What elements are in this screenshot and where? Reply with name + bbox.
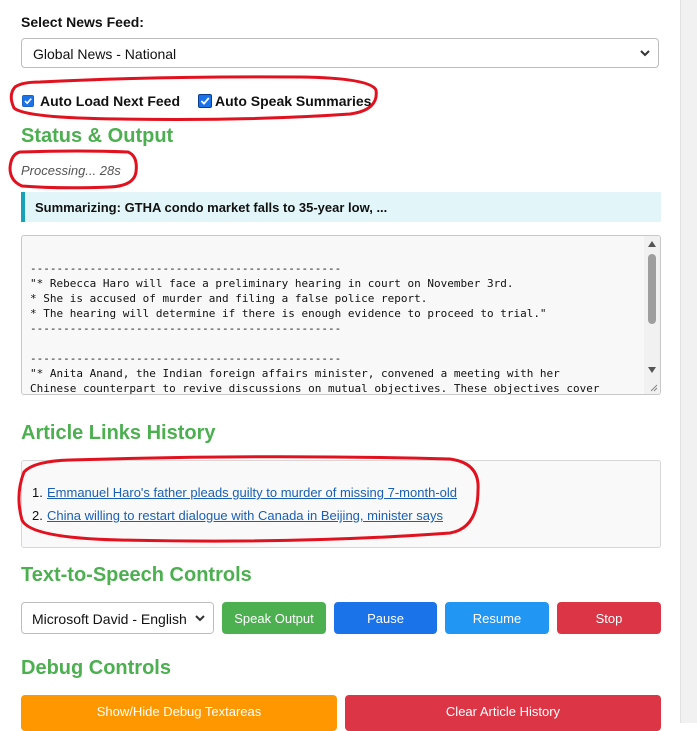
list-item-number: 1. (32, 485, 43, 500)
checkbox-checked-icon (200, 97, 210, 105)
tts-title: Text-to-Speech Controls (21, 564, 252, 586)
history-box: 1. Emmanuel Haro's father pleads guilty … (21, 460, 661, 548)
output-line: ----------------------------------------… (30, 322, 342, 335)
chevron-down-icon (640, 50, 650, 57)
output-line: * The hearing will determine if there is… (30, 307, 547, 320)
output-line: * She is accused of murder and filing a … (30, 292, 428, 305)
list-item: 2. China willing to restart dialogue wit… (32, 508, 457, 531)
resize-grip-icon[interactable] (648, 382, 658, 392)
chevron-down-icon (195, 615, 205, 622)
auto-speak-label[interactable]: Auto Speak Summaries (215, 93, 371, 109)
voice-select[interactable]: Microsoft David - English (United States… (21, 602, 214, 634)
clear-history-button[interactable]: Clear Article History (345, 695, 661, 731)
voice-select-value: Microsoft David - English (United States… (32, 611, 213, 627)
feed-select-label: Select News Feed: (21, 14, 144, 30)
toggle-debug-button[interactable]: Show/Hide Debug Textareas (21, 695, 337, 731)
history-link-2[interactable]: China willing to restart dialogue with C… (47, 508, 443, 531)
status-title: Status & Output (21, 125, 174, 147)
voice-select-arrow-area (191, 603, 213, 633)
speak-output-button[interactable]: Speak Output (222, 602, 326, 634)
history-title: Article Links History (21, 422, 216, 444)
checkbox-checked-icon (24, 98, 32, 105)
processing-status: Processing... 28s (21, 163, 121, 178)
summarizing-banner: Summarizing: GTHA condo market falls to … (21, 192, 661, 222)
output-scroll-thumb[interactable] (648, 254, 656, 324)
stop-button[interactable]: Stop (557, 602, 661, 634)
options-row: Auto Load Next Feed Auto Speak Summaries (22, 93, 371, 109)
output-textarea[interactable]: ----------------------------------------… (21, 235, 661, 395)
output-line: Chinese counterpart to revive discussion… (30, 382, 600, 395)
output-line: "* Anita Anand, the Indian foreign affai… (30, 367, 560, 380)
output-scrollbar[interactable] (644, 236, 660, 394)
feed-select-value: Global News - National (33, 46, 177, 62)
list-item: 1. Emmanuel Haro's father pleads guilty … (32, 485, 457, 508)
auto-speak-checkbox[interactable] (198, 94, 213, 108)
list-item-number: 2. (32, 508, 43, 523)
auto-load-label[interactable]: Auto Load Next Feed (40, 93, 180, 109)
scroll-up-arrow-icon[interactable] (648, 241, 656, 247)
scroll-down-arrow-icon[interactable] (648, 367, 656, 373)
output-text: ----------------------------------------… (30, 261, 640, 395)
output-line: ----------------------------------------… (30, 262, 342, 275)
page-scrollbar[interactable] (680, 0, 697, 723)
resume-button[interactable]: Resume (445, 602, 549, 634)
auto-load-checkbox[interactable] (22, 95, 34, 107)
pause-button[interactable]: Pause (334, 602, 437, 634)
feed-select[interactable]: Global News - National (21, 38, 659, 68)
debug-title: Debug Controls (21, 657, 171, 679)
output-line: ----------------------------------------… (30, 352, 342, 365)
history-list: 1. Emmanuel Haro's father pleads guilty … (32, 485, 457, 531)
history-link-1[interactable]: Emmanuel Haro's father pleads guilty to … (47, 485, 457, 508)
output-line: "* Rebecca Haro will face a preliminary … (30, 277, 514, 290)
page: Select News Feed: Global News - National… (0, 0, 681, 731)
